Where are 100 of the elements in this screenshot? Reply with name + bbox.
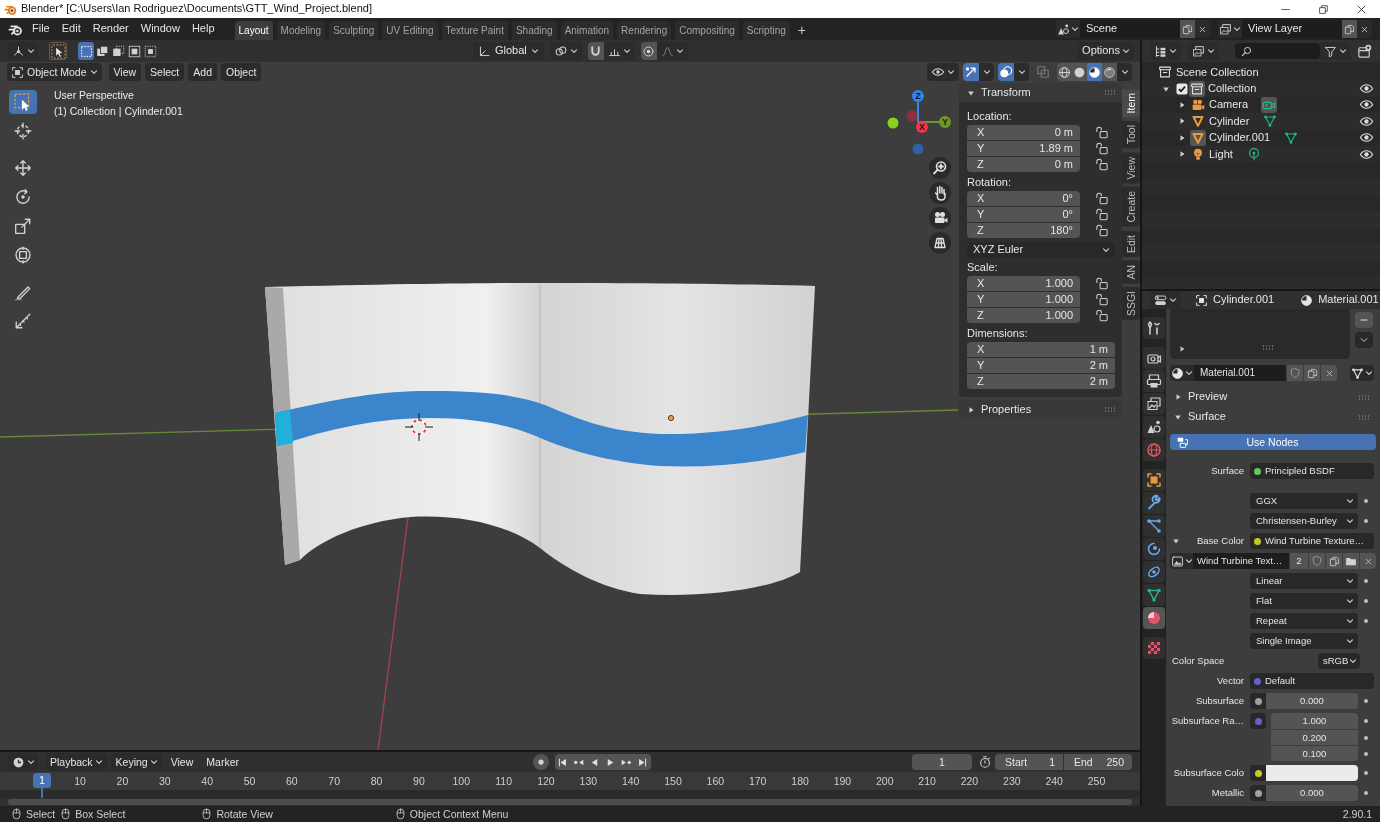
color-swatch[interactable] <box>1266 765 1358 781</box>
socket-button[interactable] <box>1250 785 1266 801</box>
sidebar-tab[interactable]: Tool <box>1122 121 1140 149</box>
dropdown-field[interactable]: GGX <box>1250 493 1358 509</box>
snap-toggle-button[interactable] <box>587 42 604 60</box>
dropdown-field[interactable]: Single Image <box>1250 633 1358 649</box>
menu-item[interactable]: Render <box>86 22 135 36</box>
overlay-toggle-button[interactable] <box>998 63 1014 81</box>
duplicate-button[interactable] <box>1342 20 1357 38</box>
visibility-dropdown[interactable] <box>927 63 959 81</box>
socket-button[interactable] <box>1250 693 1266 709</box>
checker-icon[interactable] <box>1143 637 1165 659</box>
padlock-icon[interactable] <box>1094 125 1109 140</box>
falloff-dropdown[interactable] <box>656 42 688 60</box>
wrench-icon[interactable] <box>1143 492 1165 514</box>
workspace-tab[interactable]: Layout <box>234 21 273 40</box>
image-stack-icon[interactable] <box>1143 393 1165 415</box>
number-field[interactable]: Y 1.89 m <box>967 141 1080 156</box>
expanded-arrow-icon[interactable] <box>1174 413 1182 421</box>
number-field[interactable]: Z 1.000 <box>967 308 1080 323</box>
node-link-field[interactable]: Wind Turbine Texture… <box>1250 533 1374 549</box>
workspace-tab[interactable]: UV Editing <box>382 21 438 40</box>
mesh-triangle-icon[interactable] <box>1262 113 1279 130</box>
active-tool-button[interactable] <box>49 42 67 60</box>
material-browse-button[interactable] <box>1170 365 1194 381</box>
restore-icon[interactable] <box>1317 3 1329 15</box>
panel-header[interactable]: Properties <box>959 400 1122 419</box>
grid-icon[interactable] <box>929 232 951 254</box>
keyframe-dot-icon[interactable] <box>1363 770 1369 776</box>
checkbox[interactable] <box>1176 82 1188 95</box>
menu-item[interactable]: Window <box>134 22 186 36</box>
shading-mode-button[interactable] <box>1087 63 1102 81</box>
grip-icon[interactable] <box>1358 413 1370 421</box>
view-layer-field[interactable]: View Layer <box>1242 20 1342 38</box>
keyframe-dot-icon[interactable] <box>1363 750 1369 757</box>
workspace-tab[interactable]: Modeling <box>276 21 326 40</box>
editor-type-button[interactable] <box>1150 291 1181 309</box>
close-icon[interactable] <box>1355 3 1367 15</box>
horizontal-scrollbar[interactable] <box>8 799 1132 805</box>
workspace-tab[interactable]: Sculpting <box>329 21 379 40</box>
outliner-item-label[interactable]: Scene Collection <box>1176 65 1259 79</box>
number-field[interactable]: 1.000 <box>1271 713 1358 729</box>
gizmo-toggle-button[interactable] <box>963 63 979 81</box>
outliner-item-label[interactable]: Cylinder.001 <box>1209 131 1271 145</box>
keyframe-dot-icon[interactable] <box>1363 734 1369 741</box>
padlock-icon[interactable] <box>1094 191 1109 206</box>
outliner-item-label[interactable]: Camera <box>1209 98 1249 112</box>
padlock-icon[interactable] <box>1094 276 1109 291</box>
menu-item[interactable]: File <box>26 22 56 36</box>
camera-icon[interactable] <box>929 207 951 229</box>
auto-keying-button[interactable] <box>532 754 549 770</box>
number-field[interactable]: Y 1.000 <box>967 292 1080 307</box>
number-field[interactable]: X 0° <box>967 191 1080 206</box>
duplicate-button[interactable] <box>1326 553 1342 569</box>
open-file-button[interactable] <box>1343 553 1359 569</box>
current-frame-field[interactable]: 1 <box>912 754 972 770</box>
menu-dropdown[interactable]: Playback <box>45 753 108 771</box>
editor-type-button[interactable] <box>8 42 39 60</box>
number-field[interactable]: 0.100 <box>1271 746 1358 761</box>
breadcrumb-item[interactable]: Cylinder.001 <box>1213 293 1275 307</box>
workspace-tab[interactable]: Animation <box>560 21 614 40</box>
tool-button[interactable] <box>9 90 37 114</box>
link-dropdown[interactable] <box>1350 365 1374 381</box>
image-name-field[interactable]: Wind Turbine Text… <box>1193 553 1289 569</box>
number-field[interactable]: Z 180° <box>967 223 1080 238</box>
printer-icon[interactable] <box>1143 370 1165 392</box>
editor-type-button[interactable] <box>8 753 39 771</box>
workspace-tab[interactable]: Compositing <box>675 21 739 40</box>
triangle-icon[interactable] <box>1178 345 1186 353</box>
add-workspace-button[interactable]: + <box>793 21 810 40</box>
dropdown-field[interactable]: Repeat <box>1250 613 1358 629</box>
number-field[interactable]: X 1 m <box>967 342 1115 357</box>
keyframe-dot-icon[interactable] <box>1363 698 1369 704</box>
camera-icon[interactable] <box>1143 347 1165 369</box>
workspace-tab[interactable]: Texture Paint <box>441 21 508 40</box>
gizmo-menu-button[interactable] <box>979 63 994 81</box>
grip-icon[interactable] <box>1104 406 1116 413</box>
connected-dots-icon[interactable] <box>1143 515 1165 537</box>
keyframe-dot-icon[interactable] <box>1363 578 1369 584</box>
hand-icon[interactable] <box>929 182 951 204</box>
search-field[interactable] <box>1235 43 1320 59</box>
stopwatch-icon[interactable] <box>978 755 992 769</box>
sidebar-tab[interactable]: AN <box>1122 260 1140 284</box>
expanded-arrow-icon[interactable] <box>1172 537 1180 545</box>
collapsed-arrow-icon[interactable] <box>1178 133 1186 142</box>
padlock-icon[interactable] <box>1094 141 1109 156</box>
menu-dropdown[interactable]: Keying <box>110 753 163 771</box>
remove-slot-button[interactable] <box>1355 312 1373 328</box>
number-field[interactable]: Z 2 m <box>967 374 1115 389</box>
object-square-icon[interactable] <box>1143 469 1165 491</box>
shading-mode-button[interactable] <box>1057 63 1072 81</box>
camera-outline-icon[interactable] <box>1261 96 1278 113</box>
number-field[interactable]: 0.000 <box>1266 785 1358 801</box>
pivot-point-dropdown[interactable] <box>549 42 582 60</box>
menu-button[interactable]: Marker <box>201 753 244 771</box>
rotation-mode-dropdown[interactable]: XYZ Euler <box>967 242 1115 258</box>
orientation-dropdown[interactable]: Global <box>473 42 544 60</box>
node-link-field[interactable]: Default <box>1250 673 1374 689</box>
screwdriver-wrench-icon[interactable] <box>1143 317 1165 339</box>
overlay-menu-button[interactable] <box>1014 63 1029 81</box>
